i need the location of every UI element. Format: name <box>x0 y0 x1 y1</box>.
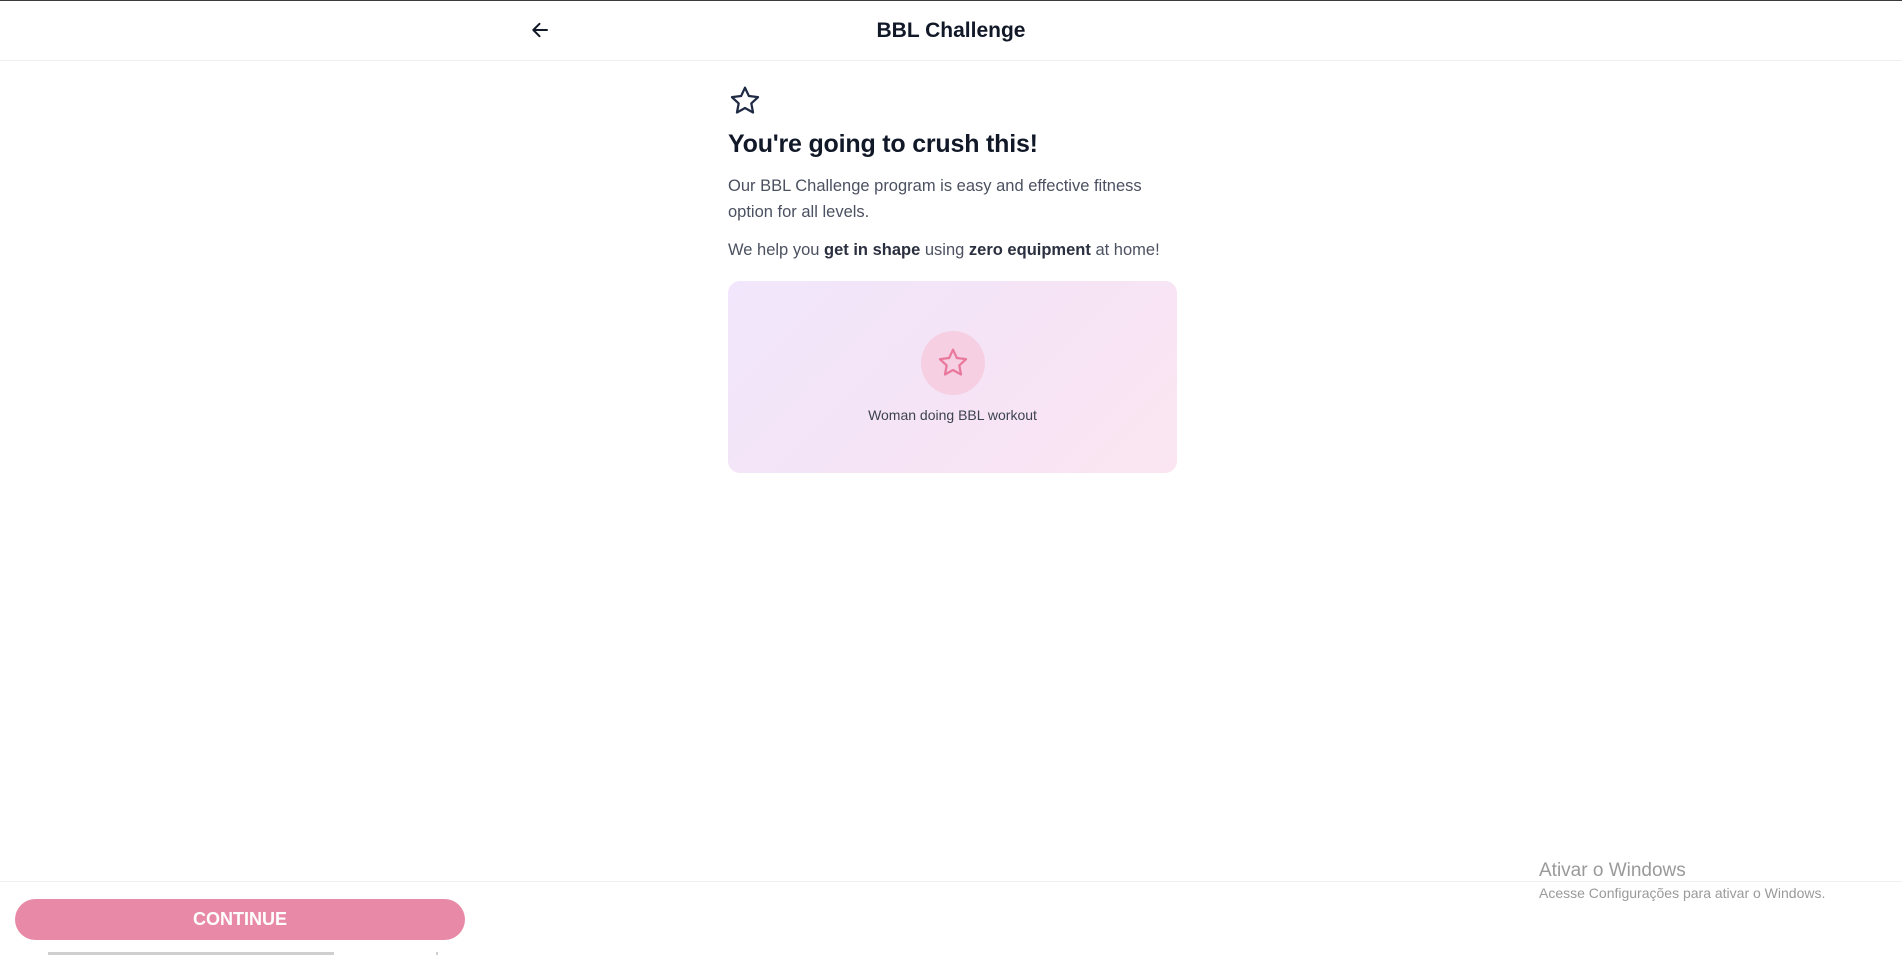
benefit-highlight-shape: get in shape <box>824 241 921 259</box>
headline: You're going to crush this! <box>728 130 1038 158</box>
benefit-text: at home! <box>1090 241 1160 259</box>
star-icon <box>730 86 760 114</box>
benefit-text: We help you <box>728 241 825 259</box>
star-icon <box>938 348 967 376</box>
benefit-paragraph: We help you get in shape using zero equi… <box>728 237 1178 263</box>
app-header: BBL Challenge <box>0 1 1902 61</box>
description-paragraph: Our BBL Challenge program is easy and ef… <box>728 177 1142 221</box>
main-content: You're going to crush this! Our BBL Chal… <box>728 84 1178 473</box>
benefit-highlight-equipment: zero equipment <box>968 241 1091 259</box>
windows-activation-watermark: Ativar o Windows Acesse Configurações pa… <box>1539 860 1825 901</box>
image-icon-circle <box>920 331 985 395</box>
continue-button[interactable]: CONTINUE <box>15 899 465 940</box>
watermark-title: Ativar o Windows <box>1539 860 1686 881</box>
benefit-text: using <box>920 241 969 259</box>
watermark-subtitle: Acesse Configurações para ativar o Windo… <box>1539 885 1826 901</box>
workout-image-placeholder: Woman doing BBL workout <box>728 281 1177 473</box>
page-title: BBL Challenge <box>876 19 1026 42</box>
image-caption: Woman doing BBL workout <box>868 407 1037 423</box>
